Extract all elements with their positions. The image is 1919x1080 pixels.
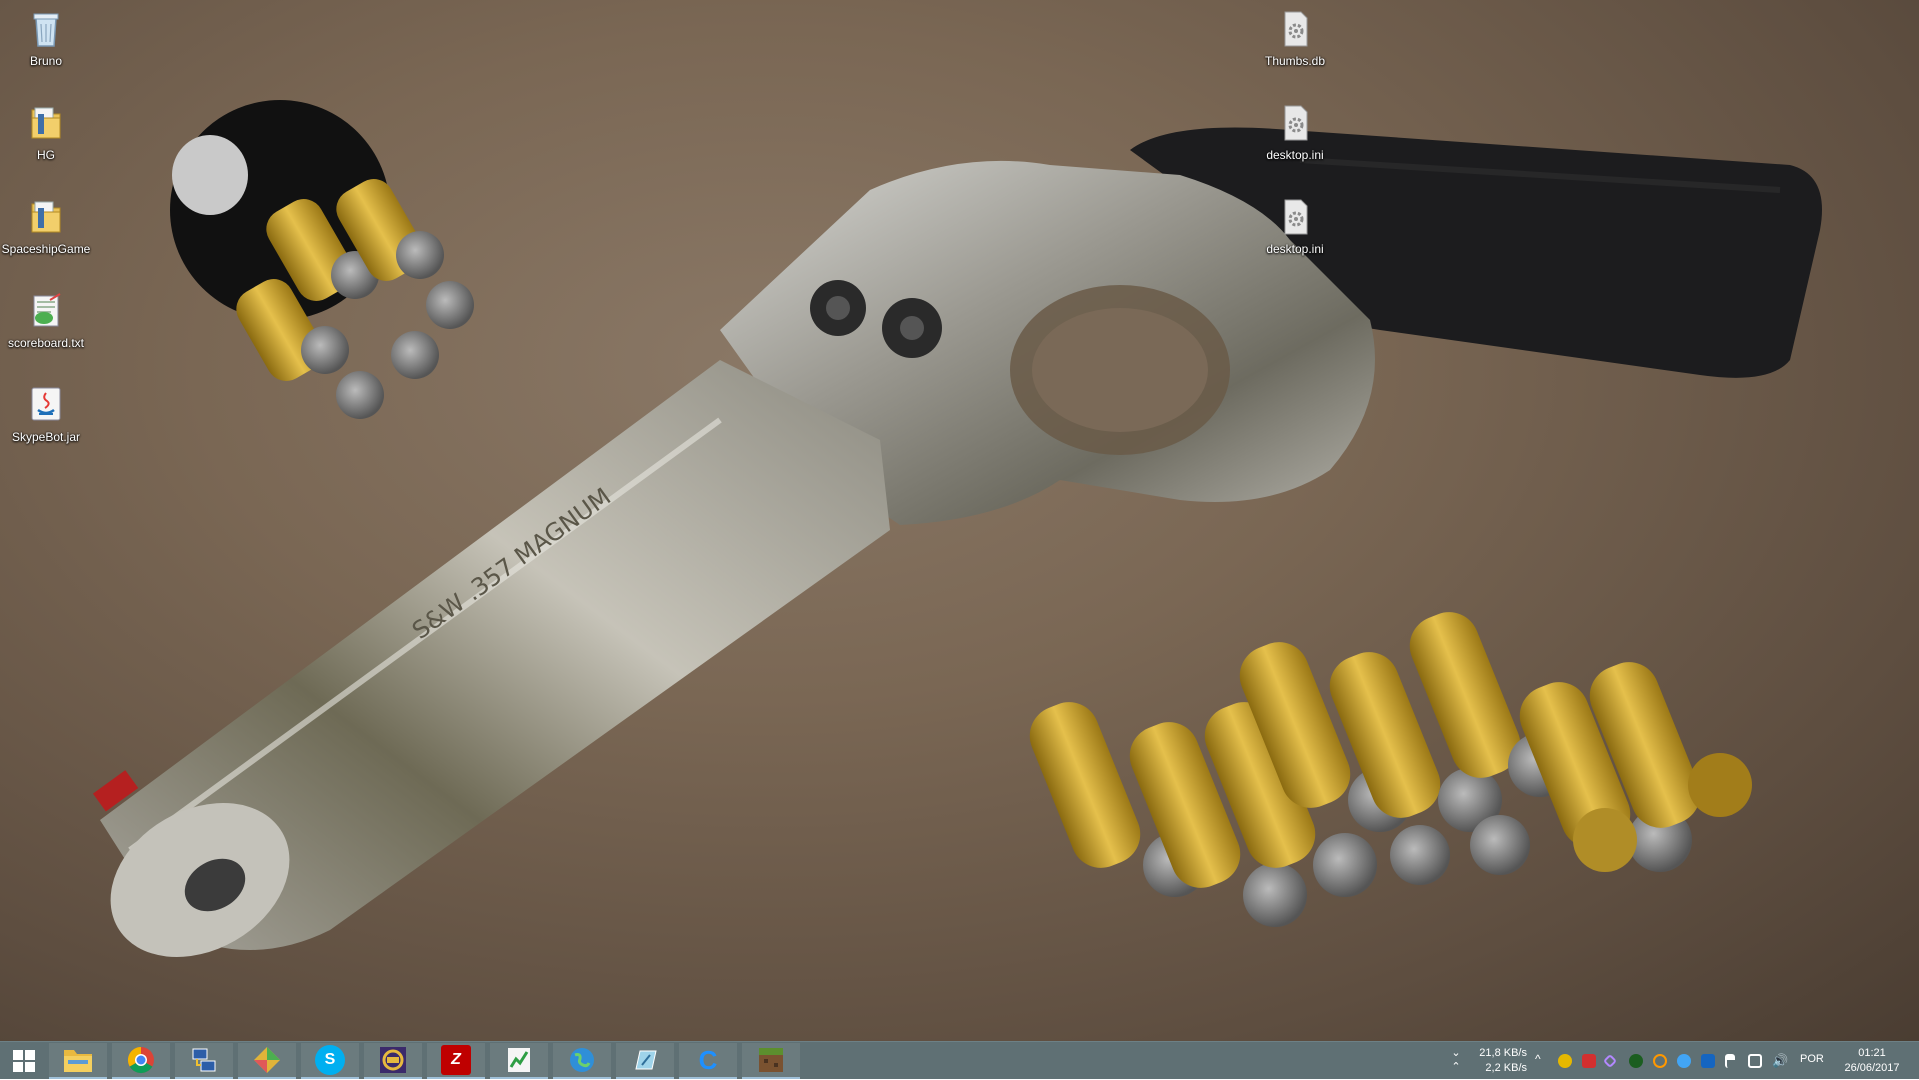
show-hidden-icons-button[interactable]: ^ (1535, 1052, 1541, 1066)
desktop-icon-label: desktop.ini (1266, 148, 1324, 162)
desktop-icon-label: SpaceshipGame (1, 242, 91, 256)
skype-icon: S (315, 1045, 345, 1075)
system-clock[interactable]: 01:21 26/06/2017 (1838, 1046, 1906, 1076)
tray-steam-icon[interactable] (1701, 1054, 1715, 1068)
desktop-icon-spaceshipgame-folder[interactable]: SpaceshipGame (0, 196, 92, 256)
taskbar-file-explorer[interactable] (49, 1043, 107, 1079)
folder-icon (64, 1050, 92, 1072)
network-icon (192, 1048, 216, 1072)
notepad-chart-icon (508, 1048, 530, 1072)
recycle-bin-icon (33, 13, 59, 47)
desktop-icon-desktop-ini[interactable]: desktop.ini (1249, 102, 1341, 162)
c-icon: C (698, 1044, 718, 1075)
clock-time: 01:21 (1858, 1047, 1886, 1059)
desktop-wallpaper: S&W .357 MAGNUM (0, 0, 1919, 1041)
tray-pen-icon[interactable] (1602, 1053, 1618, 1069)
taskbar-editor-app[interactable] (616, 1043, 674, 1079)
start-button[interactable] (0, 1042, 48, 1080)
desktop-icon-scoreboard-txt[interactable]: scoreboard.txt (0, 290, 92, 350)
taskbar-minecraft[interactable] (742, 1043, 800, 1079)
desktop-icon-recycle-bin[interactable]: Bruno (0, 8, 92, 68)
windows-logo-icon (13, 1050, 35, 1072)
tray-green-app-icon[interactable] (1629, 1054, 1643, 1068)
settings-file-icon (1284, 11, 1308, 47)
tray-app-yellow-icon[interactable] (1558, 1054, 1572, 1068)
tray-search-icon[interactable] (1653, 1054, 1667, 1068)
input-language-indicator[interactable]: POR (1800, 1053, 1824, 1065)
folder-icon (31, 107, 61, 139)
flag-icon[interactable] (1725, 1054, 1735, 1068)
taskbar-chrome[interactable] (112, 1043, 170, 1079)
desktop-icon-label: HG (37, 148, 55, 162)
taskbar-filezilla[interactable]: Z (427, 1043, 485, 1079)
desktop-icon-label: desktop.ini (1266, 242, 1324, 256)
desktop-icon-label: Bruno (29, 54, 63, 68)
taskbar-skype[interactable]: S (301, 1043, 359, 1079)
settings-file-icon (1284, 105, 1308, 141)
desktop-icon-label: SkypeBot.jar (11, 430, 81, 444)
pen-icon (635, 1050, 657, 1070)
chevron-up-icon: ⌃ (1451, 1061, 1461, 1073)
taskbar-game-launcher[interactable] (238, 1043, 296, 1079)
settings-file-icon (1284, 199, 1308, 235)
upload-speed: 2,2 KB/s (1485, 1062, 1527, 1074)
network-speed-meter[interactable]: 21,8 KB/s 2,2 KB/s (1467, 1046, 1527, 1076)
java-ee-icon (380, 1047, 406, 1073)
desktop-icon-label: Thumbs.db (1264, 54, 1326, 68)
revolver-wallpaper-image: S&W .357 MAGNUM (92, 100, 1822, 958)
tray-chat-icon[interactable] (1677, 1054, 1691, 1068)
desktop-icon-desktop-ini-2[interactable]: desktop.ini (1249, 196, 1341, 256)
desktop-icon-hg-folder[interactable]: HG (0, 102, 92, 162)
network-activity-arrows: ⌄ ⌃ (1449, 1046, 1463, 1076)
clock-date: 26/06/2017 (1844, 1062, 1900, 1074)
desktop-icon-skypebot-jar[interactable]: SkypeBot.jar (0, 384, 92, 444)
tray-antivirus-icon[interactable] (1582, 1054, 1596, 1068)
globe-icon (570, 1048, 594, 1072)
desktop-icon-label: scoreboard.txt (7, 336, 85, 350)
filezilla-icon: Z (441, 1045, 471, 1075)
minecraft-icon (759, 1048, 783, 1072)
download-speed: 21,8 KB/s (1479, 1047, 1527, 1059)
taskbar-ccleaner[interactable]: C (679, 1043, 737, 1079)
chevron-down-icon: ⌄ (1451, 1047, 1461, 1059)
folder-icon (31, 201, 61, 233)
desktop-icon-thumbs-db[interactable]: Thumbs.db (1249, 8, 1341, 68)
diamond-icon (254, 1047, 280, 1073)
taskbar-notepad-plus[interactable] (490, 1043, 548, 1079)
volume-icon[interactable]: 🔊 (1772, 1054, 1788, 1068)
taskbar-network-tool[interactable] (175, 1043, 233, 1079)
taskbar-java-ee-ide[interactable] (364, 1043, 422, 1079)
java-file-icon (31, 387, 61, 421)
caret-up-icon: ^ (1535, 1052, 1541, 1066)
chrome-icon (127, 1046, 154, 1074)
network-status-icon[interactable] (1748, 1054, 1762, 1068)
taskbar: S Z C ⌄ ⌃ 21,8 KB/s 2,2 KB/s ^ 🔊 POR 01:… (0, 1041, 1919, 1079)
text-file-icon (33, 293, 61, 327)
taskbar-globe-app[interactable] (553, 1043, 611, 1079)
